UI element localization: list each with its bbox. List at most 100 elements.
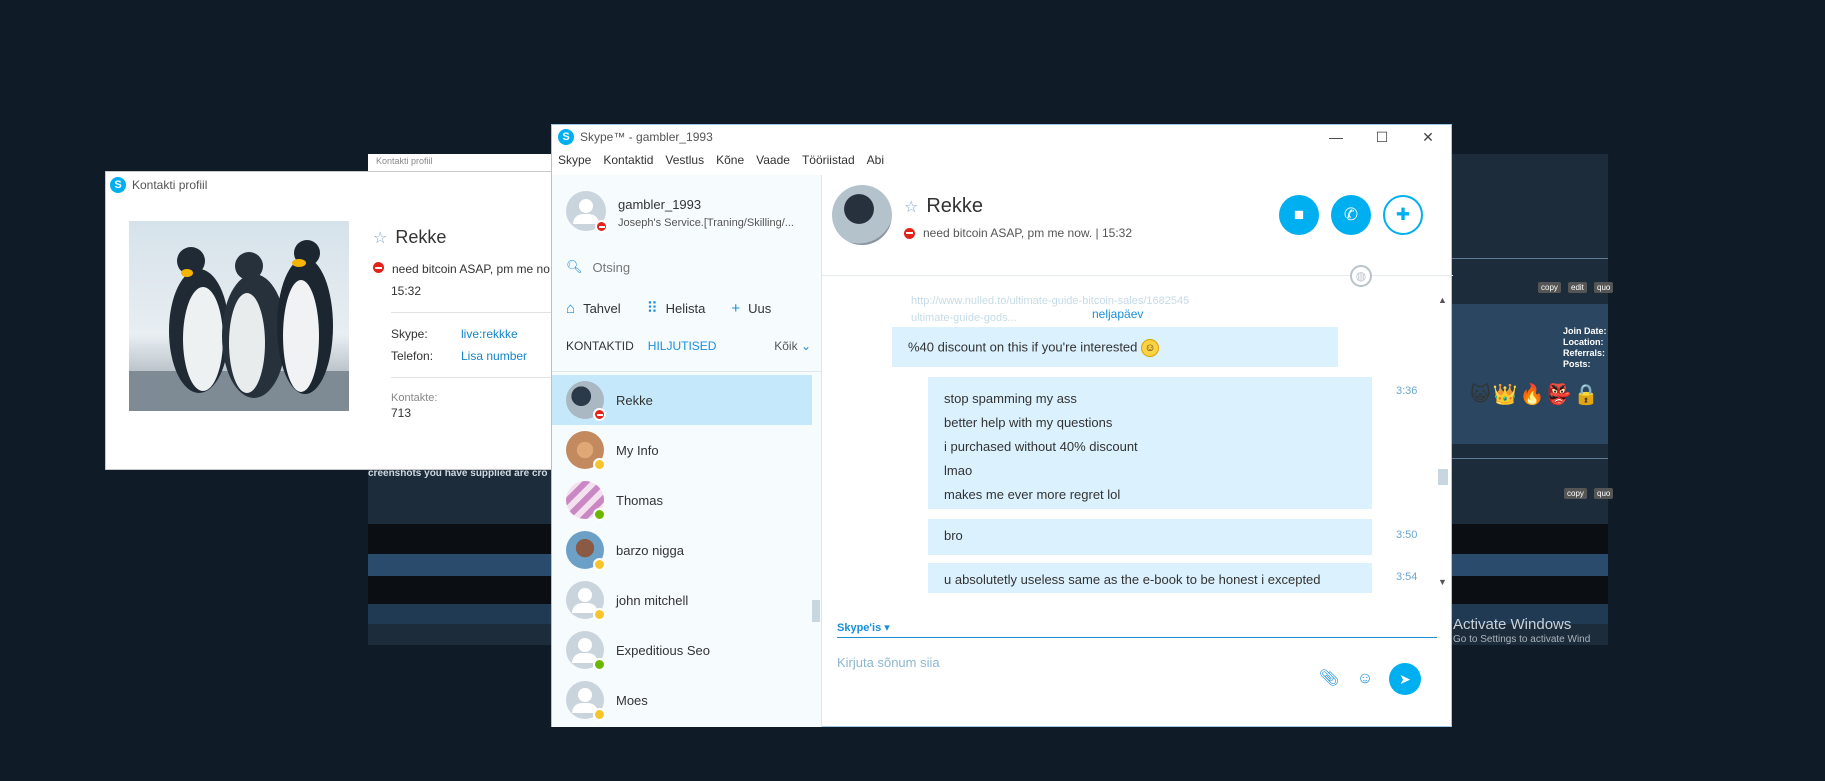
- my-avatar[interactable]: [566, 191, 608, 233]
- profile-skype-link[interactable]: live:rekkke: [461, 327, 518, 341]
- my-username: gambler_1993: [618, 197, 702, 212]
- contact-item-thomas[interactable]: Thomas: [552, 475, 812, 525]
- contact-avatar: [566, 431, 606, 471]
- video-call-button[interactable]: ■: [1279, 195, 1319, 235]
- status-online-icon: [593, 508, 606, 521]
- filter-all-dropdown[interactable]: Kõik ⌄: [774, 339, 811, 353]
- voice-call-button[interactable]: ✆: [1331, 195, 1371, 235]
- minimize-button[interactable]: —: [1313, 129, 1359, 146]
- contact-list-scrollbar[interactable]: [812, 600, 820, 622]
- my-mood-message[interactable]: Joseph's Service.[Traning/Skilling/...: [618, 217, 813, 229]
- chat-contact-name-row: Rekke ☆: [904, 195, 1132, 218]
- profile-status-time: 15:32: [391, 284, 422, 298]
- scroll-thumb[interactable]: [1438, 469, 1448, 485]
- profile-contacts-count: 713: [391, 406, 412, 420]
- message-bubble[interactable]: stop spamming my ass better help with my…: [928, 377, 1372, 509]
- favorite-star-icon[interactable]: ☆: [373, 228, 387, 248]
- profile-contacts-label: Kontakte:: [391, 392, 438, 404]
- maximize-button[interactable]: ☐: [1359, 129, 1405, 146]
- status-away-icon: [593, 458, 606, 471]
- chevron-down-icon: ⌄: [800, 339, 811, 353]
- contact-avatar: [566, 581, 606, 621]
- attach-file-icon[interactable]: 📎︎: [1317, 667, 1341, 691]
- bg-edit-button: edit: [1568, 282, 1587, 293]
- message-scrollbar[interactable]: ▲ ▼: [1437, 293, 1449, 593]
- status-away-icon: [593, 558, 606, 571]
- bg-window-title: Kontakti profiil: [368, 154, 568, 172]
- skype-main-window: S Skype™ - gambler_1993 — ☐ ✕ Skype Kont…: [551, 124, 1453, 727]
- faded-message: http://www.nulled.to/ultimate-guide-bitc…: [911, 295, 1190, 324]
- menu-kontaktid[interactable]: Kontaktid: [603, 153, 653, 167]
- message-list: http://www.nulled.to/ultimate-guide-bitc…: [822, 293, 1442, 593]
- profile-info: ☆ Rekke need bitcoin ASAP, pm me no 15:3…: [373, 227, 573, 420]
- send-via-dropdown[interactable]: Skype'is ▾: [837, 621, 890, 634]
- contact-avatar: [566, 681, 606, 721]
- skype-titlebar: S Skype™ - gambler_1993 — ☐ ✕: [552, 125, 1451, 149]
- chat-header: Rekke ☆ need bitcoin ASAP, pm me now. | …: [832, 185, 1132, 245]
- contact-avatar: [566, 631, 606, 671]
- contact-item-rekke[interactable]: Rekke: [552, 375, 812, 425]
- tab-recent[interactable]: HILJUTISED: [648, 339, 717, 353]
- add-person-icon: ✚: [1395, 205, 1411, 224]
- message-bubble[interactable]: u absolutetly useless same as the e-book…: [928, 563, 1372, 593]
- profile-divider-2: [391, 377, 573, 378]
- contact-item-moes[interactable]: Moes: [552, 675, 812, 725]
- my-profile[interactable]: gambler_1993 Joseph's Service.[Traning/S…: [566, 191, 813, 233]
- bg-copy-button: copy: [1538, 282, 1561, 293]
- profile-skype-row: Skype: live:rekkke: [391, 327, 518, 341]
- home-icon: ⌂: [566, 299, 576, 317]
- scroll-up-icon: ▲: [1438, 295, 1447, 305]
- close-button[interactable]: ✕: [1405, 129, 1451, 146]
- profile-name: Rekke: [395, 227, 447, 247]
- bg-emoji-badges: 😺👑🔥👺🔒: [1470, 384, 1601, 406]
- plus-icon: +: [731, 299, 741, 317]
- contact-item-my-info[interactable]: My Info: [552, 425, 812, 475]
- tabs-divider: [552, 371, 822, 372]
- skype-logo-icon: S: [110, 177, 126, 193]
- menu-vestlus[interactable]: Vestlus: [665, 153, 704, 167]
- status-away-icon: [593, 708, 606, 721]
- compose-actions: 📎︎ ☺ ➤: [1317, 663, 1421, 695]
- contact-item-barzo[interactable]: barzo nigga: [552, 525, 812, 575]
- menu-abi[interactable]: Abi: [867, 153, 884, 167]
- search-box[interactable]: 🔍︎ Otsing: [566, 259, 806, 275]
- menu-kone[interactable]: Kõne: [716, 153, 744, 167]
- profile-phone-row: Telefon: Lisa number: [391, 349, 528, 363]
- message-bubble[interactable]: %40 discount on this if you're intereste…: [892, 327, 1338, 367]
- search-input[interactable]: Otsing: [593, 260, 631, 275]
- home-button[interactable]: ⌂ Tahvel: [566, 299, 621, 317]
- left-pane: gambler_1993 Joseph's Service.[Traning/S…: [552, 175, 822, 727]
- send-button[interactable]: ➤: [1389, 663, 1421, 695]
- do-not-disturb-icon: [373, 262, 384, 273]
- status-away-icon: [593, 608, 606, 621]
- message-input[interactable]: Kirjuta sõnum siia: [837, 655, 940, 670]
- contact-profile-window: S Kontakti profiil ☆ Rekke need bitcoin …: [105, 171, 575, 470]
- add-people-button[interactable]: ✚: [1383, 195, 1423, 235]
- contact-item-john-mitchell[interactable]: john mitchell: [552, 575, 812, 625]
- profile-titlebar: S Kontakti profiil: [106, 172, 574, 198]
- favorite-star-icon[interactable]: ☆: [904, 197, 918, 217]
- status-dnd-icon: [593, 408, 606, 421]
- add-phone-link[interactable]: Lisa number: [461, 349, 527, 363]
- contact-tabs: KONTAKTID HILJUTISED Kõik ⌄: [566, 339, 811, 353]
- menu-tooriistad[interactable]: Tööriistad: [802, 153, 855, 167]
- call-phone-button[interactable]: ⠿ Helista: [647, 299, 706, 317]
- smiley-emoticon-icon: ☺: [1141, 339, 1160, 357]
- menu-vaade[interactable]: Vaade: [756, 153, 790, 167]
- message-bubble[interactable]: bro: [928, 519, 1372, 555]
- status-dnd-icon: [595, 220, 608, 233]
- day-separator: neljapäev: [1092, 307, 1144, 321]
- skype-logo-icon: S: [558, 129, 574, 145]
- contact-item-expeditious-seo[interactable]: Expeditious Seo: [552, 625, 812, 675]
- compose-divider: [837, 637, 1437, 638]
- menu-skype[interactable]: Skype: [558, 153, 591, 167]
- call-buttons: ■ ✆ ✚: [1279, 195, 1423, 235]
- bg-member-panel: [1448, 304, 1608, 444]
- emoticon-icon[interactable]: ☺: [1353, 667, 1377, 691]
- chat-contact-avatar[interactable]: [832, 185, 892, 245]
- video-camera-icon: ■: [1293, 205, 1305, 224]
- chat-contact-name[interactable]: Rekke: [926, 195, 983, 218]
- window-title: Skype™ - gambler_1993: [580, 130, 713, 144]
- new-button[interactable]: + Uus: [731, 299, 771, 317]
- tab-contacts[interactable]: KONTAKTID: [566, 339, 634, 353]
